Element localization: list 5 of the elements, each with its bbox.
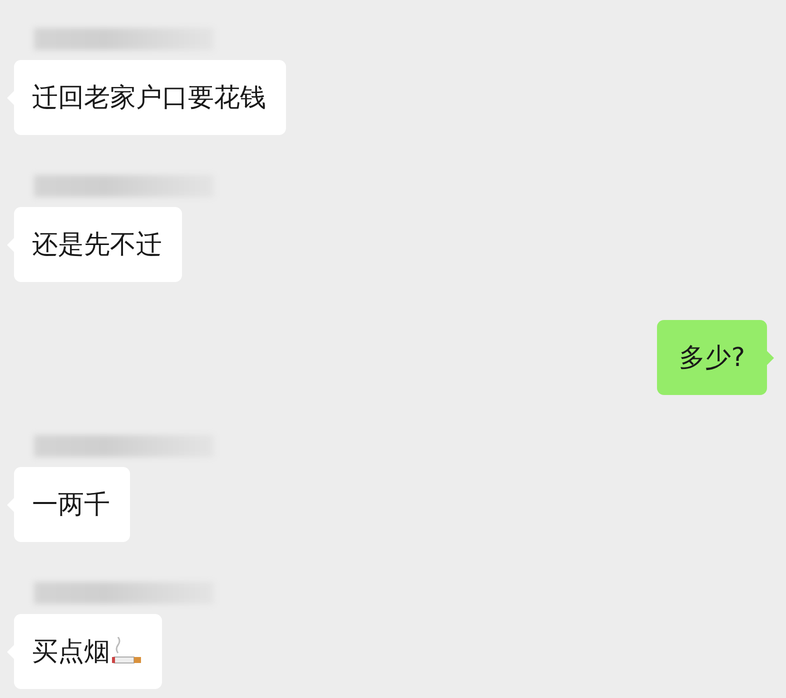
message-bubble: 买点烟	[14, 614, 162, 689]
message-bubble: 还是先不迁	[14, 207, 182, 282]
message-bubble: 一两千	[14, 467, 130, 542]
message-bubble: 多少?	[657, 320, 767, 395]
message-bubble: 迁回老家户口要花钱	[14, 60, 286, 135]
